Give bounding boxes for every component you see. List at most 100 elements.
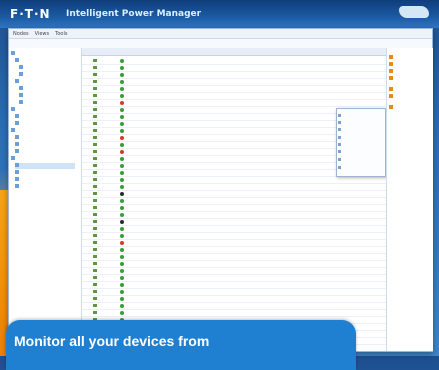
status-dot-icon [120, 163, 124, 168]
status-dot-icon [120, 121, 124, 126]
check-icon [93, 94, 97, 97]
brand-swoosh-icon [399, 6, 429, 18]
tree-node[interactable] [15, 149, 21, 155]
check-icon [93, 283, 97, 286]
status-dot-icon [120, 65, 124, 70]
check-icon [93, 276, 97, 279]
node-tree[interactable] [9, 48, 82, 351]
tree-node[interactable] [19, 86, 25, 92]
status-dot-icon [120, 107, 124, 112]
context-menu[interactable] [336, 108, 386, 177]
check-icon [93, 136, 97, 139]
tree-node[interactable] [15, 184, 21, 190]
tree-node[interactable] [11, 107, 17, 113]
caption-text: Monitor all your devices from [14, 333, 210, 349]
status-dot-icon [120, 72, 124, 77]
check-icon [93, 129, 97, 132]
tree-node[interactable] [15, 170, 21, 176]
status-dot-icon [120, 135, 124, 140]
status-dot-icon [120, 142, 124, 147]
tree-node[interactable] [19, 93, 25, 99]
status-dot-icon [120, 86, 124, 91]
status-dot-icon [120, 240, 124, 245]
status-dot-icon [120, 233, 124, 238]
status-dot-icon [120, 261, 124, 266]
status-dot-icon [120, 79, 124, 84]
check-icon [93, 171, 97, 174]
check-icon [93, 66, 97, 69]
status-dot-icon [120, 275, 124, 280]
brand-logo: F·T·N [10, 7, 51, 21]
actions-panel [386, 48, 433, 351]
app-window: Nodes Views Tools [8, 28, 433, 352]
check-icon [93, 157, 97, 160]
check-icon [93, 178, 97, 181]
status-dot-icon [120, 219, 124, 224]
check-icon [93, 108, 97, 111]
status-dot-icon [120, 184, 124, 189]
status-dot-icon [120, 296, 124, 301]
status-dot-icon [120, 149, 124, 154]
status-dot-icon [120, 282, 124, 287]
top-header: F·T·N Intelligent Power Manager [0, 0, 439, 28]
menu-item-nodes[interactable]: Nodes [13, 31, 29, 37]
status-dot-icon [120, 212, 124, 217]
check-icon [93, 59, 97, 62]
status-dot-icon [120, 93, 124, 98]
tree-node[interactable] [15, 121, 21, 127]
menu-item-views[interactable]: Views [35, 31, 49, 37]
status-dot-icon [120, 303, 124, 308]
check-icon [93, 115, 97, 118]
tree-node[interactable] [15, 135, 21, 141]
check-icon [93, 192, 97, 195]
check-icon [93, 269, 97, 272]
check-icon [93, 101, 97, 104]
check-icon [93, 122, 97, 125]
check-icon [93, 199, 97, 202]
check-icon [93, 164, 97, 167]
check-icon [93, 241, 97, 244]
check-icon [93, 227, 97, 230]
tree-node[interactable] [15, 177, 21, 183]
status-dot-icon [120, 310, 124, 315]
check-icon [93, 87, 97, 90]
tree-node[interactable] [15, 79, 21, 85]
device-grid[interactable] [82, 48, 386, 351]
status-dot-icon [120, 289, 124, 294]
status-dot-icon [120, 128, 124, 133]
status-dot-icon [120, 205, 124, 210]
tree-node[interactable] [11, 156, 17, 162]
check-icon [93, 234, 97, 237]
status-dot-icon [120, 156, 124, 161]
check-icon [93, 248, 97, 251]
tree-node[interactable] [19, 72, 25, 78]
check-icon [93, 150, 97, 153]
check-icon [93, 73, 97, 76]
status-dot-icon [120, 247, 124, 252]
tree-node[interactable] [15, 58, 21, 64]
check-icon [93, 262, 97, 265]
check-icon [93, 206, 97, 209]
status-dot-icon [120, 198, 124, 203]
check-icon [93, 290, 97, 293]
tree-node[interactable] [11, 51, 17, 57]
tree-node-selected[interactable] [15, 163, 75, 169]
menu-item-tools[interactable]: Tools [55, 31, 67, 37]
tree-node[interactable] [19, 65, 25, 71]
check-icon [93, 185, 97, 188]
status-dot-icon [120, 177, 124, 182]
status-dot-icon [120, 254, 124, 259]
status-dot-icon [120, 170, 124, 175]
tree-node[interactable] [15, 142, 21, 148]
tree-node[interactable] [15, 114, 21, 120]
status-dot-icon [120, 100, 124, 105]
check-icon [93, 143, 97, 146]
tree-node[interactable] [11, 128, 17, 134]
menubar: Nodes Views Tools [9, 29, 432, 39]
check-icon [93, 297, 97, 300]
status-dot-icon [120, 191, 124, 196]
check-icon [93, 80, 97, 83]
tree-node[interactable] [19, 100, 25, 106]
grid-header [82, 48, 386, 56]
check-icon [93, 304, 97, 307]
